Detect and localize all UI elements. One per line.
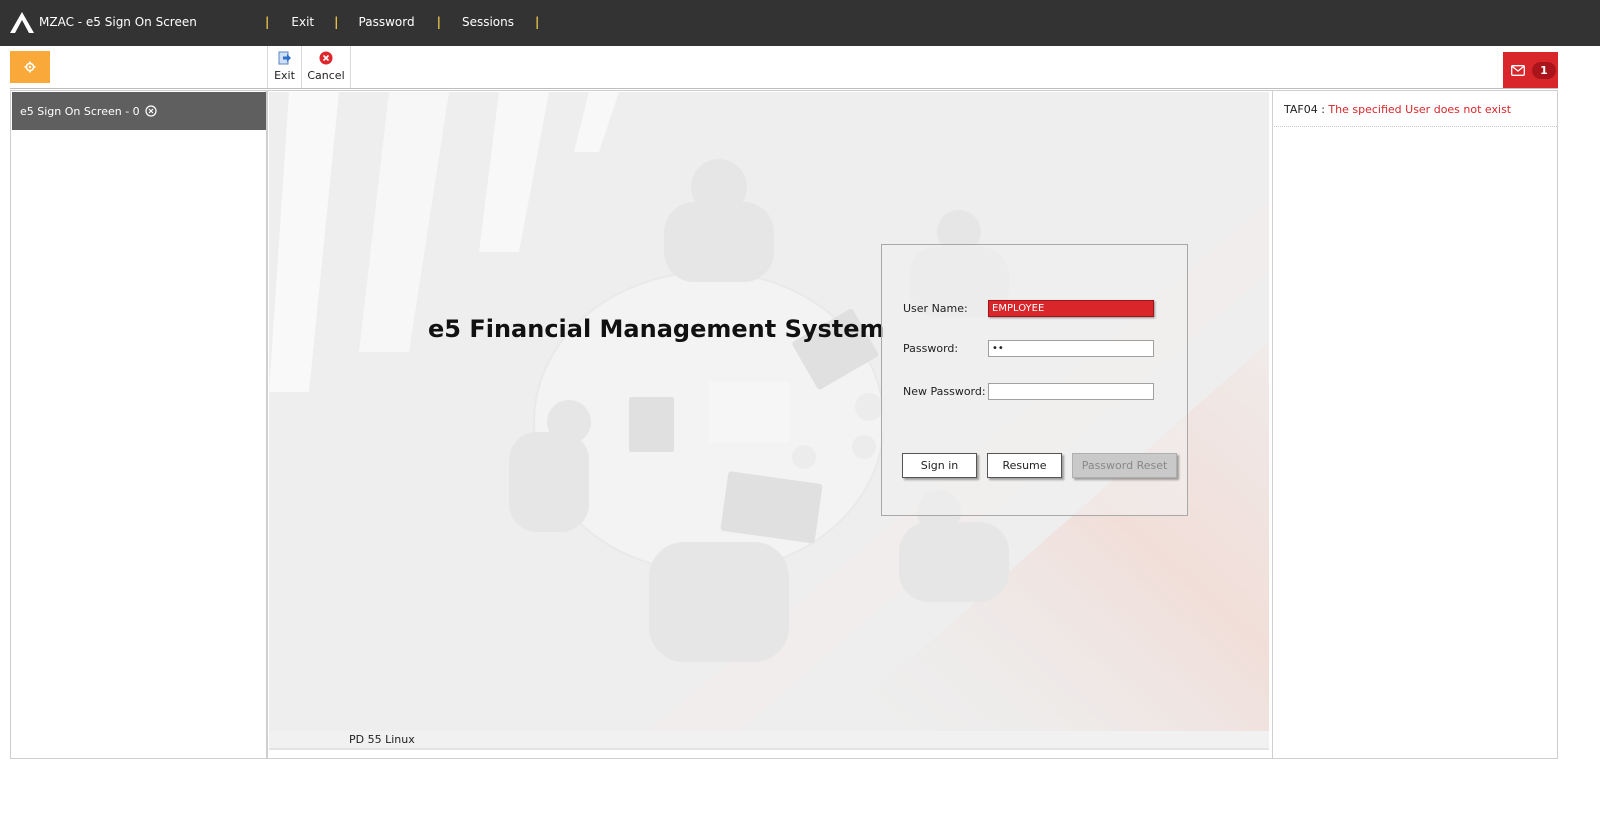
app-title: MZAC - e5 Sign On Screen [39,15,197,29]
message-item: TAF04 : The specified User does not exis… [1274,92,1557,127]
password-label: Password: [903,342,959,355]
nav-separator: | [436,15,441,29]
session-tab-label: e5 Sign On Screen - 0 [20,104,140,118]
message-separator: : [1317,102,1329,116]
username-label: User Name: [903,302,968,315]
exit-arrow-icon [278,51,291,65]
status-bar: PD 55 Linux [269,731,1269,748]
sessions-panel: e5 Sign On Screen - 0 [10,90,267,759]
cancel-icon [319,51,333,65]
settings-button[interactable] [10,51,50,83]
session-tab[interactable]: e5 Sign On Screen - 0 [12,92,266,130]
top-navigation: | Exit | Password | Sessions | [265,15,539,29]
title-bar: MZAC - e5 Sign On Screen | Exit | Passwo… [0,0,1600,46]
envelope-icon [1511,64,1525,76]
nav-separator: | [535,15,540,29]
status-divider [269,748,1269,750]
close-circle-icon [145,105,157,117]
gear-icon [24,61,36,73]
exit-label: Exit [274,69,295,82]
toolbar: Exit Cancel [267,46,351,89]
sign-in-button[interactable]: Sign in [902,453,977,478]
cancel-label: Cancel [307,69,345,82]
messages-count-badge: 1 [1532,61,1556,79]
toolbar-divider [10,88,1558,89]
messages-panel: TAF04 : The specified User does not exis… [1272,90,1558,759]
nav-exit-link[interactable]: Exit [291,15,314,29]
new-password-label: New Password: [903,385,986,398]
nav-sessions-link[interactable]: Sessions [462,15,514,29]
exit-button[interactable]: Exit [268,46,302,89]
message-text: The specified User does not exist [1328,102,1512,116]
status-text: PD 55 Linux [349,733,415,746]
password-reset-button[interactable]: Password Reset [1072,453,1177,478]
cancel-button[interactable]: Cancel [302,46,351,89]
message-code: TAF04 [1284,102,1318,116]
username-input[interactable] [988,300,1154,317]
new-password-input[interactable] [988,383,1154,400]
nav-password-link[interactable]: Password [359,15,415,29]
password-input[interactable] [988,340,1154,357]
messages-button[interactable]: 1 [1503,52,1558,88]
nav-separator: | [334,15,339,29]
resume-button[interactable]: Resume [987,453,1062,478]
nav-separator: | [265,15,270,29]
main-content: e5 Financial Management System User Name… [267,90,1273,759]
app-logo [10,12,34,33]
close-tab-button[interactable] [145,105,157,117]
login-form: User Name: Password: New Password: Sign … [881,244,1188,516]
system-title: e5 Financial Management System [428,315,885,343]
